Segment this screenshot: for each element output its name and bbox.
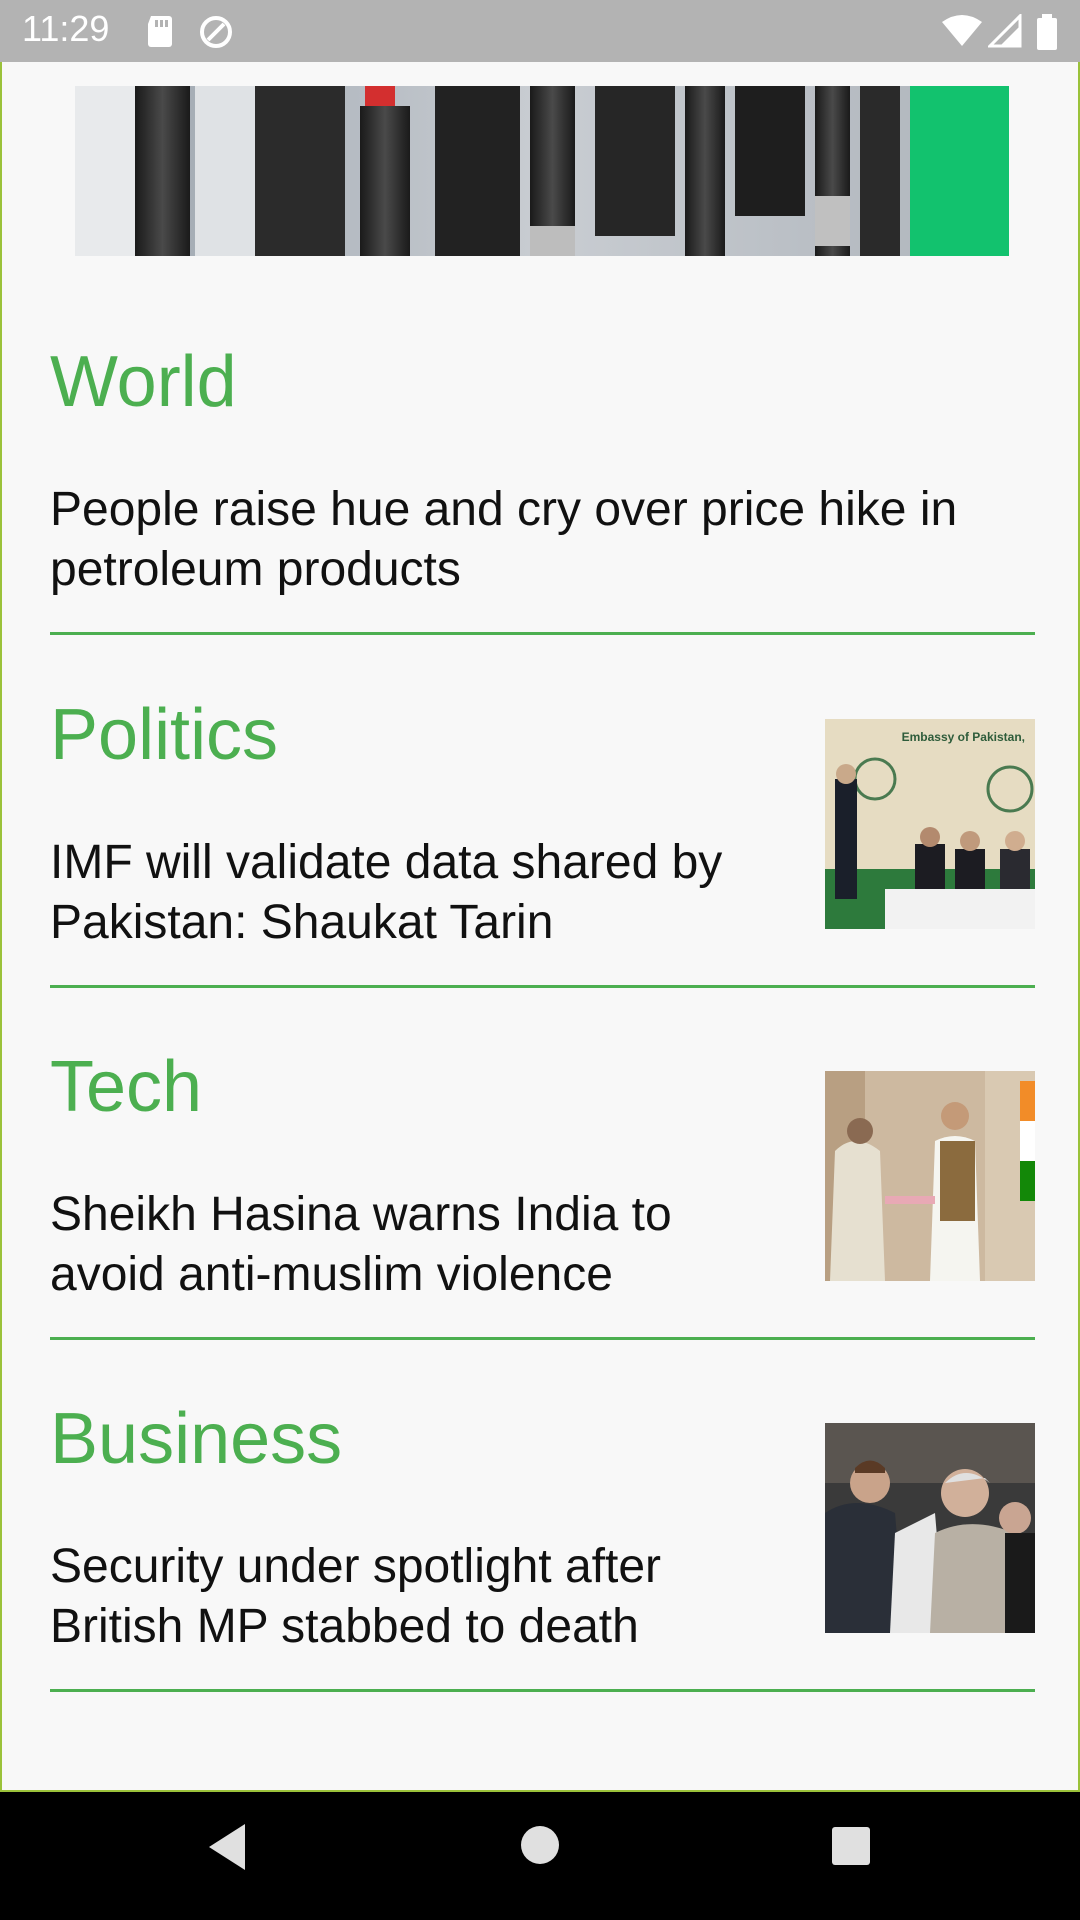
- section-title: Politics: [50, 695, 279, 775]
- thumbnail[interactable]: [825, 1071, 1035, 1281]
- divider: [50, 632, 1035, 635]
- signal-icon: [986, 12, 1022, 53]
- section-title: Business: [50, 1399, 343, 1479]
- battery-icon: [1036, 14, 1058, 55]
- divider: [50, 1337, 1035, 1340]
- headline[interactable]: IMF will validate data shared by Pakista…: [50, 833, 790, 953]
- recents-icon[interactable]: [831, 1826, 871, 1871]
- back-icon[interactable]: [205, 1822, 249, 1877]
- home-icon[interactable]: [520, 1825, 560, 1870]
- headline[interactable]: Security under spotlight after British M…: [50, 1537, 790, 1657]
- headline[interactable]: People raise hue and cry over price hike…: [50, 480, 1035, 600]
- thumbnail[interactable]: Embassy of Pakistan,: [825, 719, 1035, 929]
- mourners-photo: [825, 1423, 1035, 1633]
- divider: [50, 985, 1035, 988]
- divider: [50, 1689, 1035, 1692]
- embassy-event-photo: Embassy of Pakistan,: [825, 719, 1035, 929]
- navigation-bar: [0, 1792, 1080, 1920]
- section-title: Tech: [50, 1047, 203, 1127]
- fuel-nozzles-photo: [75, 86, 1009, 256]
- sync-icon: [198, 14, 234, 55]
- sd-card-icon: [145, 14, 175, 53]
- leaders-handshake-photo: [825, 1071, 1035, 1281]
- thumbnail[interactable]: [825, 1423, 1035, 1633]
- wifi-icon: [942, 14, 982, 53]
- status-bar: 11:29: [0, 0, 1080, 62]
- section-title: World: [50, 342, 237, 422]
- thumb-caption: Embassy of Pakistan,: [902, 730, 1025, 744]
- status-time: 11:29: [22, 8, 110, 49]
- hero-image[interactable]: [75, 86, 1009, 256]
- app-frame: World People raise hue and cry over pric…: [0, 0, 1080, 1792]
- headline[interactable]: Sheikh Hasina warns India to avoid anti-…: [50, 1185, 790, 1305]
- app-screen: World People raise hue and cry over pric…: [0, 0, 1080, 1920]
